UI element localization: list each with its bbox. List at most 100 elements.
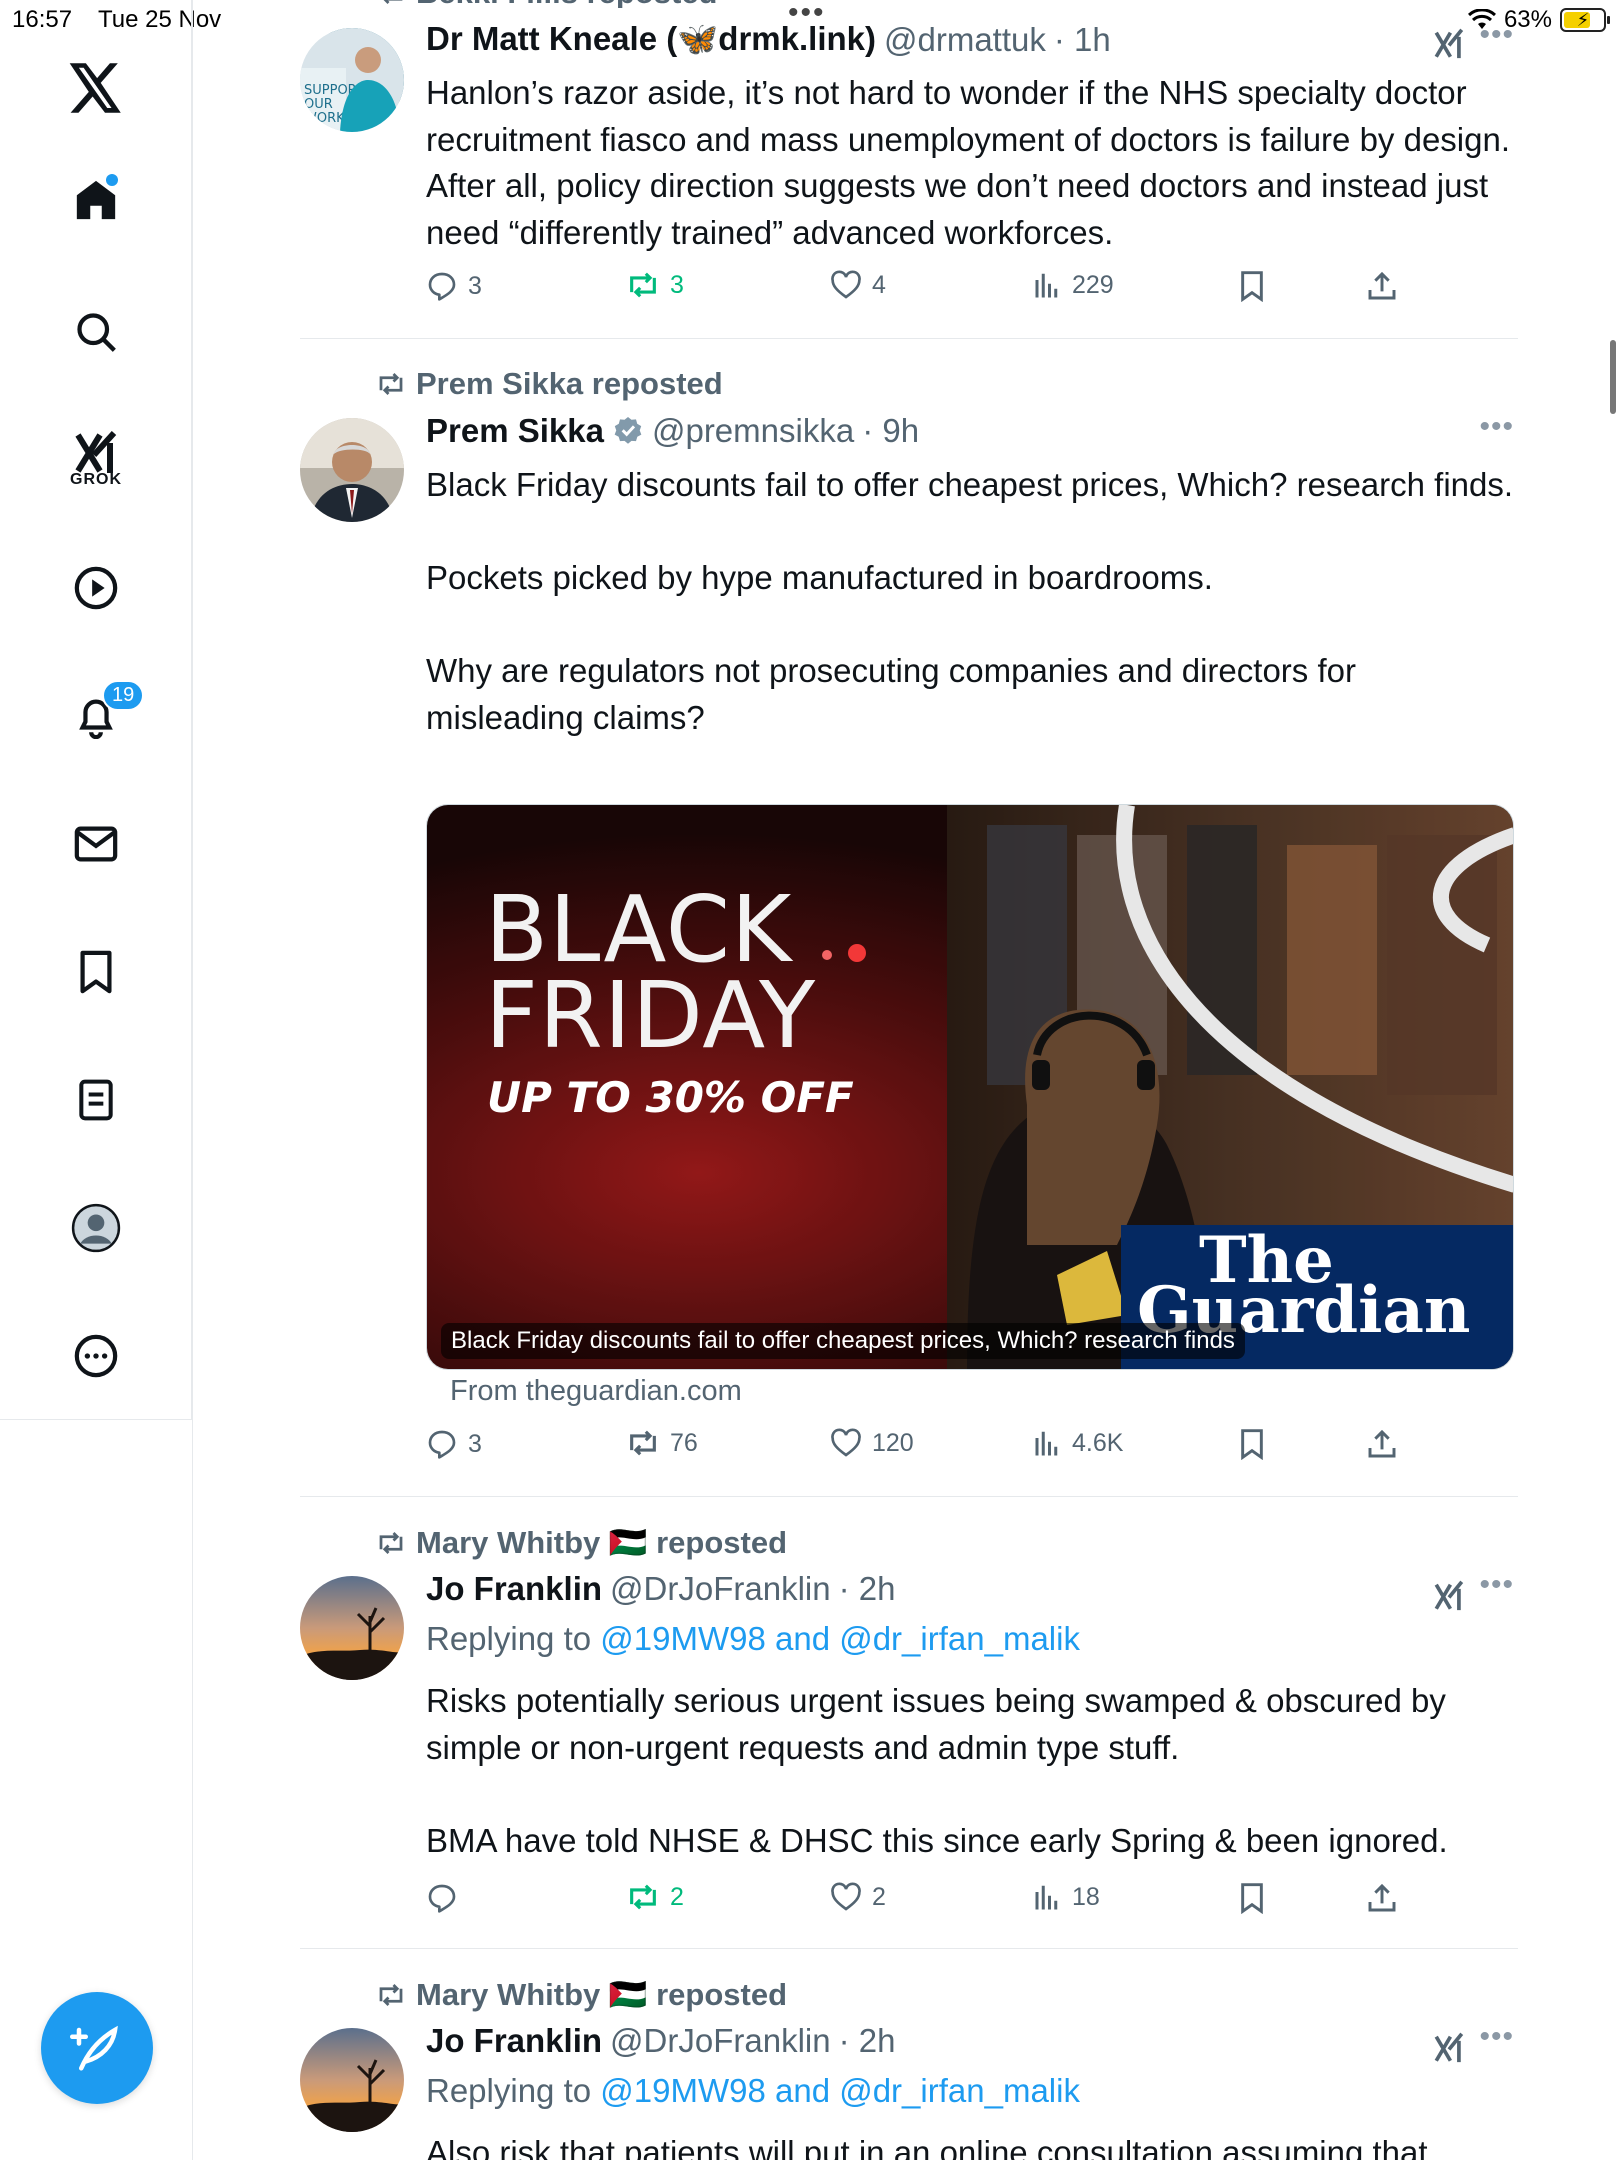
timestamp[interactable]: · 2h [839,2022,896,2060]
profile-avatar-icon [71,1203,121,1253]
timestamp[interactable]: · 1h [1054,21,1111,59]
reply-icon [428,272,456,301]
bookmark-button[interactable] [1238,1428,1266,1460]
replying-to-prefix: Replying to [426,2072,601,2109]
views-chart-icon [1035,1885,1058,1910]
share-button[interactable] [1366,1428,1398,1460]
avatar[interactable] [300,1576,404,1680]
sidebar-item-home[interactable] [56,160,136,240]
repost-by[interactable]: Prem Sikka reposted [416,366,723,402]
repost-icon [379,1531,403,1554]
reply-icon [428,1884,456,1913]
view-count: 229 [1072,270,1114,299]
handle[interactable]: @premnsikka [652,412,854,450]
more-options-icon[interactable]: ••• [1479,410,1514,444]
grok-explain-icon[interactable] [1432,2030,1466,2066]
sidebar-item-more[interactable] [56,1316,136,1396]
compose-button[interactable] [41,1992,153,2104]
repost-icon [630,1884,656,1910]
reply-button[interactable]: 3 [426,1428,482,1460]
verified-badge-icon [614,417,642,444]
tweet-header: Dr Matt Kneale (🦋drmk.link) @drmattuk · … [426,20,1111,59]
share-icon [1368,1429,1396,1458]
more-options-icon[interactable]: ••• [1479,2020,1514,2054]
display-name[interactable]: Prem Sikka [426,412,604,450]
heart-icon [831,1428,861,1457]
repost-icon [630,1430,656,1456]
card-caption: Black Friday discounts fail to offer che… [441,1323,1245,1359]
bookmark-button[interactable] [1238,270,1266,302]
views-button[interactable]: 18 [1032,1882,1100,1912]
share-icon [1368,271,1396,300]
avatar[interactable] [300,2028,404,2132]
card-offer: UP TO 30% OFF [487,1073,854,1122]
repost-count: 3 [670,270,684,299]
notification-badge: 19 [102,680,145,711]
timestamp[interactable]: · 9h [862,412,919,450]
handle[interactable]: @DrJoFranklin [610,1570,831,1608]
avatar[interactable]: SUPPOR OUR WORK [300,28,404,132]
tweet-text: Risks potentially serious urgent issues … [426,1682,1448,1859]
handle[interactable]: @DrJoFranklin [610,2022,831,2060]
bookmark-icon [1241,1883,1263,1914]
view-count: 4.6K [1072,1428,1124,1457]
play-icon [74,566,118,610]
sidebar-item-profile[interactable] [56,1188,136,1268]
repost-by[interactable]: Mary Whitby 🇵🇸 reposted [416,1524,787,1561]
reply-mentions[interactable]: @19MW98 and @dr_irfan_malik [600,2072,1080,2109]
bookmark-button[interactable] [1238,1882,1266,1914]
repost-by[interactable]: Mary Whitby 🇵🇸 reposted [416,1976,787,2013]
like-count: 2 [872,1882,886,1911]
reply-icon [428,1430,456,1459]
tweet-divider [300,338,1518,339]
grok-explain-icon[interactable] [1432,1578,1466,1614]
heart-icon [831,1882,861,1911]
sidebar-item-lists[interactable] [56,1060,136,1140]
mail-icon [74,826,118,862]
reply-button[interactable] [426,1882,468,1914]
handle[interactable]: @drmattuk [884,21,1046,59]
tweet-header: Jo Franklin @DrJoFranklin · 2h [426,2022,895,2060]
link-card[interactable]: BLACK FRIDAY UP TO 30% OFF The Guardian … [426,804,1514,1370]
avatar[interactable] [300,418,404,522]
home-new-dot [106,174,118,186]
reply-button[interactable]: 3 [426,270,482,302]
repost-button[interactable]: 2 [626,1882,684,1912]
timestamp[interactable]: · 2h [839,1570,896,1608]
repost-count: 76 [670,1428,698,1457]
more-options-icon[interactable]: ••• [1479,1568,1514,1602]
share-button[interactable] [1366,1882,1398,1914]
display-name[interactable]: Dr Matt Kneale (🦋drmk.link) [426,20,876,59]
views-button[interactable]: 229 [1032,270,1114,300]
display-name[interactable]: Jo Franklin [426,2022,602,2060]
search-icon [77,313,116,352]
tweet-divider [300,1948,1518,1949]
repost-icon [383,0,403,4]
sidebar-item-messages[interactable] [56,804,136,884]
card-source[interactable]: From theguardian.com [450,1375,742,1408]
repost-by[interactable]: Bekki Fillis reposted [416,0,718,8]
sidebar-item-video[interactable] [56,548,136,628]
sidebar-item-bookmarks[interactable] [56,932,136,1012]
repost-button[interactable]: 3 [626,270,684,300]
reply-mentions[interactable]: @19MW98 and @dr_irfan_malik [600,1620,1080,1657]
tweet-4[interactable]: Mary Whitby 🇵🇸 reposted Jo Franklin @DrJ… [300,1976,1518,2160]
repost-indicator: Mary Whitby 🇵🇸 reposted [376,1976,787,2013]
sidebar-item-notifications[interactable]: 19 [56,676,145,756]
sidebar-item-search[interactable] [56,292,136,372]
display-name[interactable]: Jo Franklin [426,1570,602,1608]
like-button[interactable]: 120 [830,1428,914,1458]
card-headline: BLACK FRIDAY [485,884,816,1062]
tweet-text: Also risk that patients will put in an o… [426,2134,1428,2160]
x-logo-icon[interactable] [56,48,136,128]
views-button[interactable]: 4.6K [1032,1428,1123,1458]
scrollbar[interactable] [1610,340,1616,414]
like-button[interactable]: 2 [830,1882,886,1912]
like-button[interactable]: 4 [830,270,886,300]
share-button[interactable] [1366,270,1398,302]
repost-icon [630,272,656,298]
repost-button[interactable]: 76 [626,1428,698,1458]
sidebar-item-grok[interactable]: GROK [56,420,136,500]
more-options-icon[interactable]: ••• [1479,18,1514,52]
grok-explain-icon[interactable] [1432,26,1466,62]
